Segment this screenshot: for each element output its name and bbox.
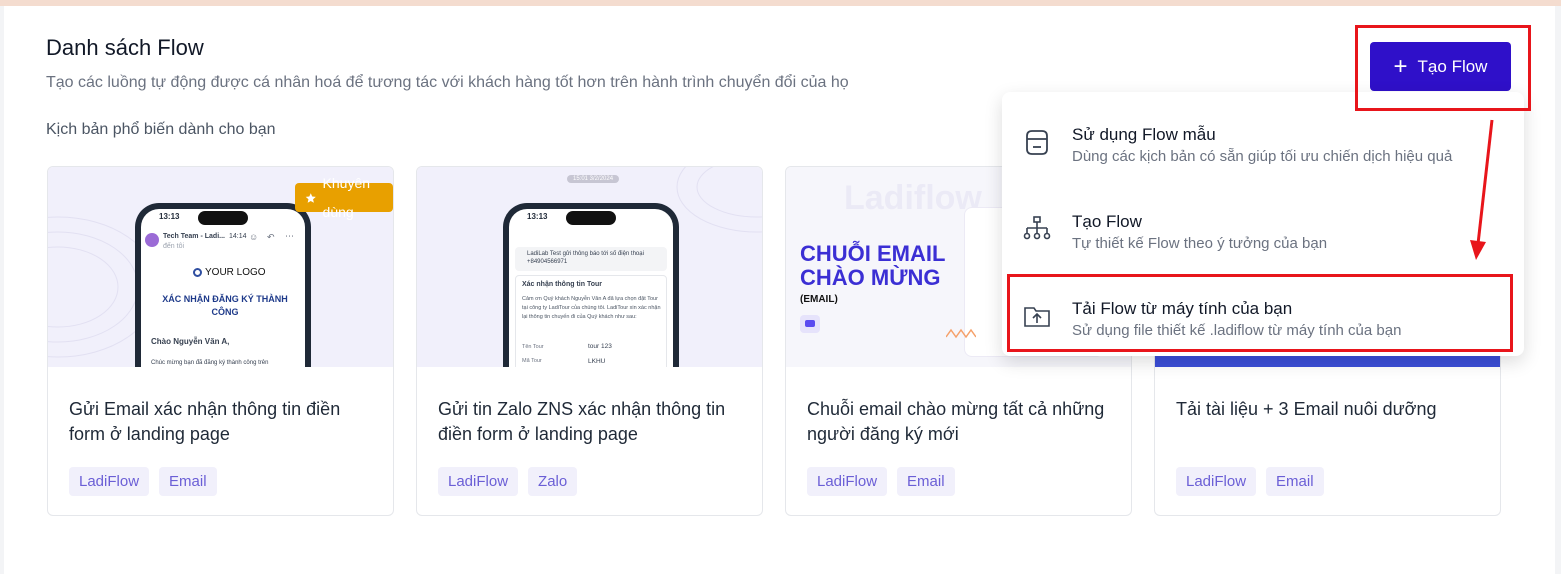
headline-line-2: CHÀO MỪNG bbox=[800, 265, 941, 290]
card-title: Gửi Email xác nhận thông tin điền form ở… bbox=[69, 399, 341, 444]
more-icon: ⋯ bbox=[285, 231, 294, 241]
template-card[interactable]: 13:13 Tech Team - Ladi... 14:14 đến tôi … bbox=[47, 166, 394, 516]
flow-tree-icon bbox=[1023, 216, 1051, 240]
menu-item-use-template[interactable]: Sử dụng Flow mẫu Dùng các kịch bản có sẵ… bbox=[1002, 101, 1524, 181]
tag: Email bbox=[1266, 467, 1324, 496]
template-card[interactable]: 15:01 3/2/2024 13:13 LadiLab Test gửi th… bbox=[416, 166, 763, 516]
email-greeting: Chào Nguyễn Văn A, bbox=[151, 337, 230, 346]
email-time: 14:14 bbox=[229, 233, 247, 240]
phone-mockup: 13:13 LadiLab Test gửi thông báo tới số … bbox=[503, 203, 679, 367]
card-thumbnail: 15:01 3/2/2024 13:13 LadiLab Test gửi th… bbox=[417, 167, 762, 367]
email-to: đến tôi bbox=[163, 243, 185, 250]
logo-icon bbox=[193, 267, 202, 277]
phone-time: 13:13 bbox=[527, 212, 548, 221]
page-subtitle: Tạo các luồng tự động được cá nhân hoá đ… bbox=[46, 74, 849, 91]
emoji-icon: ☺ bbox=[249, 232, 259, 242]
section-label: Kịch bản phổ biến dành cho bạn bbox=[46, 121, 276, 138]
menu-item-title: Sử dụng Flow mẫu bbox=[1072, 125, 1216, 144]
zalo-notice: LadiLab Test gửi thông báo tới số điện t… bbox=[515, 247, 667, 271]
headline-tag: (EMAIL) bbox=[800, 294, 838, 305]
tag: Zalo bbox=[528, 467, 578, 496]
menu-item-create-flow[interactable]: Tạo Flow Tự thiết kế Flow theo ý tưởng c… bbox=[1002, 188, 1524, 268]
left-edge bbox=[0, 6, 4, 574]
highlight-upload-item bbox=[1007, 274, 1513, 352]
top-strip bbox=[0, 0, 1561, 6]
card-thumbnail: 13:13 Tech Team - Ladi... 14:14 đến tôi … bbox=[48, 167, 393, 367]
menu-item-title: Tạo Flow bbox=[1072, 212, 1142, 231]
tag: LadiFlow bbox=[1176, 467, 1257, 496]
card-tags: LadiFlow Email bbox=[1176, 467, 1324, 496]
badge-label: Khuyên dùng bbox=[322, 174, 371, 220]
star-icon bbox=[305, 192, 316, 203]
card-tags: LadiFlow Email bbox=[69, 467, 217, 496]
card-title: Tải tài liệu + 3 Email nuôi dưỡng bbox=[1176, 399, 1437, 419]
tag: LadiFlow bbox=[438, 467, 519, 496]
avatar bbox=[145, 233, 159, 247]
card-title: Gửi tin Zalo ZNS xác nhận thông tin điền… bbox=[438, 399, 726, 444]
right-scrollbar-track[interactable] bbox=[1555, 6, 1561, 574]
date-chip: 15:01 3/2/2024 bbox=[567, 175, 620, 183]
highlight-create-button bbox=[1355, 25, 1531, 111]
reply-icon: ↶ bbox=[267, 232, 275, 242]
zigzag-decor bbox=[946, 328, 976, 339]
zalo-message-box: Xác nhận thông tin Tour Cảm ơn Quý khách… bbox=[515, 275, 667, 367]
watermark-text: Ladiflow bbox=[844, 179, 982, 217]
template-box-icon bbox=[1026, 130, 1048, 155]
tag: Email bbox=[159, 467, 217, 496]
chat-icon bbox=[800, 315, 820, 333]
phone-time: 13:13 bbox=[159, 212, 180, 221]
card-title: Chuỗi email chào mừng tất cả những người… bbox=[807, 399, 1105, 444]
card-tags: LadiFlow Email bbox=[807, 467, 955, 496]
tag: Email bbox=[897, 467, 955, 496]
email-sender: Tech Team - Ladi... bbox=[163, 233, 225, 240]
logo-text: YOUR LOGO bbox=[205, 267, 266, 278]
email-body: Chúc mừng bạn đã đăng ký thành công trên bbox=[151, 360, 269, 366]
annotation-arrow bbox=[1470, 119, 1494, 260]
tag: LadiFlow bbox=[69, 467, 150, 496]
tag: LadiFlow bbox=[807, 467, 888, 496]
page-title: Danh sách Flow bbox=[46, 35, 204, 60]
phone-mockup: 13:13 Tech Team - Ladi... 14:14 đến tôi … bbox=[135, 203, 311, 367]
menu-item-subtitle: Tự thiết kế Flow theo ý tưởng của bạn bbox=[1072, 235, 1328, 252]
headline-line-1: CHUỖI EMAIL bbox=[800, 241, 946, 266]
card-tags: LadiFlow Zalo bbox=[438, 467, 578, 496]
menu-item-subtitle: Dùng các kịch bản có sẵn giúp tối ưu chi… bbox=[1072, 148, 1453, 165]
recommended-badge: Khuyên dùng bbox=[295, 175, 393, 220]
email-heading: XÁC NHẬN ĐĂNG KÝ THÀNH CÔNG bbox=[162, 294, 288, 317]
